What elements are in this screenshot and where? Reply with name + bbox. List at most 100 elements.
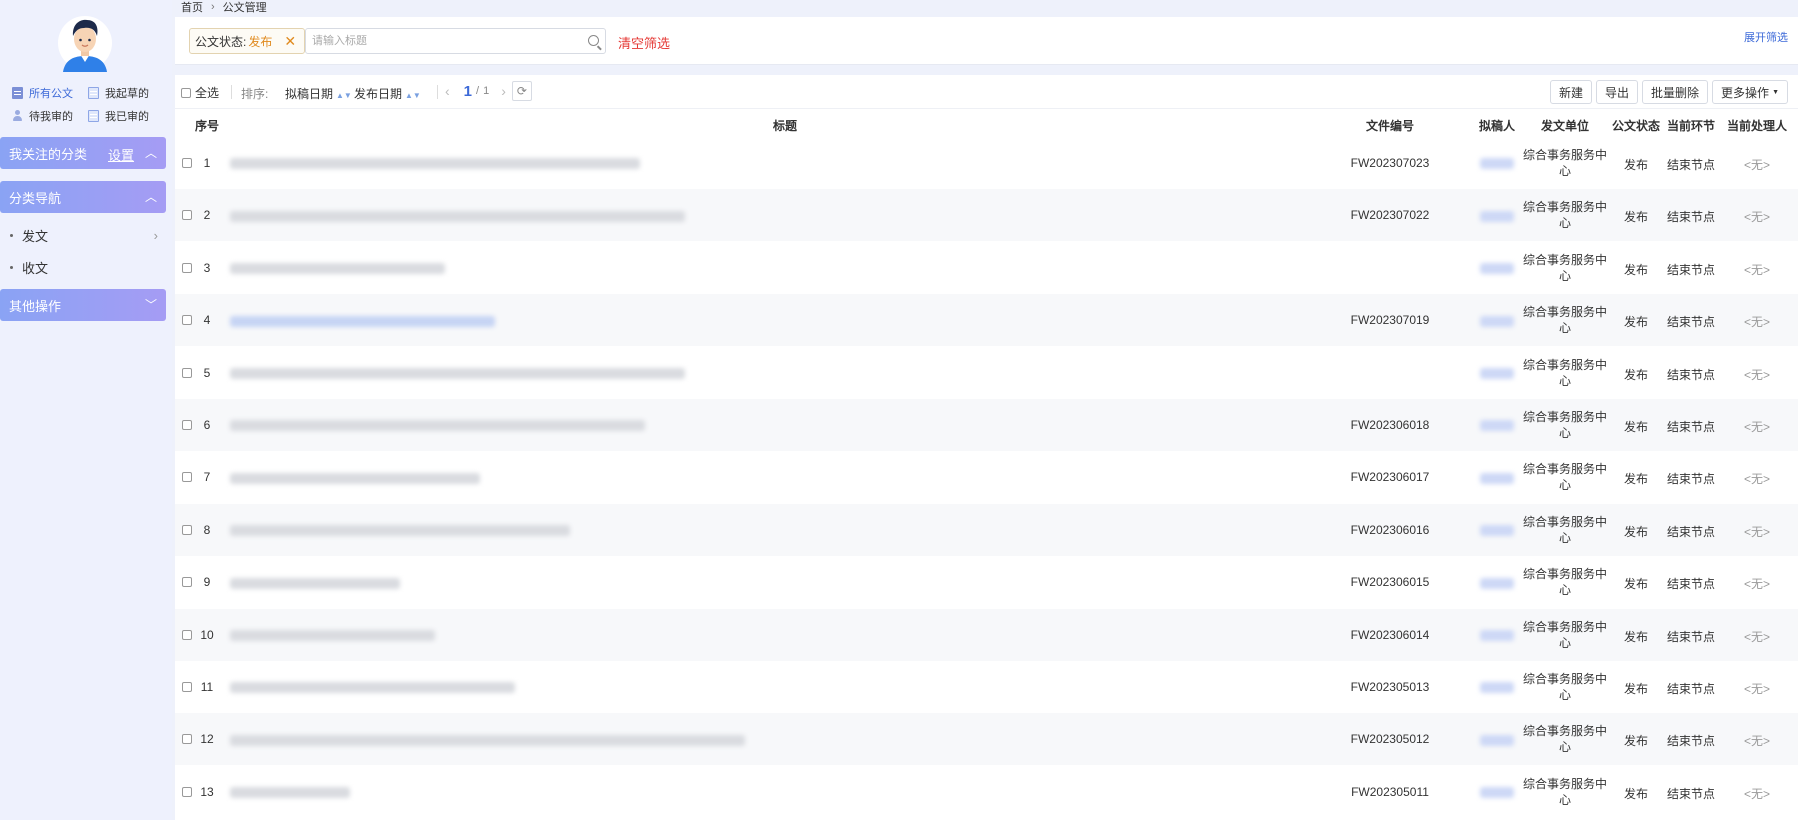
row-title[interactable] [230, 208, 1330, 222]
sort-by-publish-date[interactable]: 发布日期 ▲▼ [354, 85, 421, 102]
table-row[interactable]: 10 FW202306014 综合事务服务中心 发布 结束节点 <无> [175, 608, 1798, 661]
header-status: 公文状态 [1611, 119, 1660, 133]
table-row[interactable]: 9 FW202306015 综合事务服务中心 发布 结束节点 <无> [175, 556, 1798, 608]
table-row[interactable]: 12 FW202305012 综合事务服务中心 发布 结束节点 <无> [175, 713, 1798, 766]
chevron-left-icon[interactable]: ‹ [445, 83, 450, 99]
row-title[interactable] [230, 470, 1330, 484]
row-author[interactable] [1475, 785, 1519, 799]
more-actions-button[interactable]: 更多操作 ▼ [1712, 80, 1788, 104]
nav-item-label: 发文 [22, 229, 49, 244]
page-total: 1 [483, 85, 490, 97]
quick-link-pending-review[interactable]: 待我审的 [12, 108, 88, 124]
table-row[interactable]: 4 FW202307019 综合事务服务中心 发布 结束节点 <无> [175, 294, 1798, 347]
filter-tag-key: 公文状态: [195, 34, 247, 49]
row-author[interactable] [1475, 523, 1519, 537]
table-row[interactable]: 13 FW202305011 综合事务服务中心 发布 结束节点 <无> [175, 766, 1798, 818]
row-title[interactable] [230, 732, 1330, 746]
row-author[interactable] [1475, 208, 1519, 222]
row-unit: 综合事务服务中心 [1522, 776, 1607, 807]
export-button[interactable]: 导出 [1596, 80, 1639, 104]
nav-item-incoming[interactable]: 收文 [10, 258, 158, 277]
row-title[interactable] [230, 261, 1330, 275]
redacted-title [230, 577, 400, 589]
expand-filter-link[interactable]: 展开筛选 [1744, 29, 1788, 45]
row-title[interactable] [230, 680, 1330, 694]
clear-filter-button[interactable]: 清空筛选 [618, 33, 670, 52]
chevron-right-icon: › [211, 1, 215, 13]
document-list-panel: 全选 排序: 拟稿日期 ▲▼ 发布日期 ▲▼ ‹ 1 / 1 › ⟳ 新建 导出 批… [175, 75, 1798, 820]
row-code: FW202306016 [1350, 522, 1430, 537]
row-handler: <无> [1743, 786, 1771, 801]
row-title[interactable] [230, 156, 1330, 170]
row-title[interactable] [230, 575, 1330, 589]
row-author[interactable] [1475, 680, 1519, 694]
bullet-icon [10, 234, 13, 237]
refresh-icon[interactable]: ⟳ [511, 81, 532, 101]
row-author[interactable] [1475, 366, 1519, 380]
table-row[interactable]: 6 FW202306018 综合事务服务中心 发布 结束节点 <无> [175, 399, 1798, 451]
row-status: 发布 [1623, 262, 1648, 277]
row-author[interactable] [1475, 156, 1519, 170]
row-title[interactable] [230, 523, 1330, 537]
row-unit: 综合事务服务中心 [1522, 567, 1607, 598]
row-status: 发布 [1623, 734, 1648, 749]
table-row[interactable]: 5 综合事务服务中心 发布 结束节点 <无> [175, 347, 1798, 399]
batch-delete-button[interactable]: 批量删除 [1642, 80, 1709, 104]
select-all[interactable]: 全选 [181, 84, 219, 101]
row-status: 发布 [1623, 210, 1648, 225]
quick-link-reviewed[interactable]: 我已审的 [88, 108, 164, 124]
table-row[interactable]: 11 FW202305013 综合事务服务中心 发布 结束节点 <无> [175, 661, 1798, 713]
other-actions-header[interactable]: 其他操作 ﹀ [0, 289, 166, 321]
table-row[interactable]: 7 FW202306017 综合事务服务中心 发布 结束节点 <无> [175, 451, 1798, 503]
document-icon [88, 110, 99, 122]
category-nav-header[interactable]: 分类导航 ︿ [0, 181, 166, 213]
breadcrumb-home[interactable]: 首页 [181, 0, 203, 15]
row-no: 9 [203, 575, 211, 590]
user-avatar-icon[interactable] [57, 14, 113, 72]
sort-by-draft-date[interactable]: 拟稿日期 ▲▼ [285, 85, 352, 102]
chevron-down-icon[interactable]: ﹀ [145, 297, 157, 313]
section-label: 分类导航 [9, 190, 62, 206]
row-author[interactable] [1475, 470, 1519, 484]
more-actions-label: 更多操作 [1721, 85, 1770, 100]
table-row[interactable]: 2 FW202307022 综合事务服务中心 发布 结束节点 <无> [175, 189, 1798, 242]
search-icon[interactable] [588, 35, 599, 46]
table-header: 序号 标题 文件编号 拟稿人 发文单位 公文状态 当前环节 当前处理人 [175, 109, 1798, 137]
close-icon[interactable]: ✕ [284, 33, 296, 50]
sort-label: 排序: [241, 87, 269, 101]
row-status: 发布 [1623, 629, 1648, 644]
row-status: 发布 [1623, 472, 1648, 487]
row-title[interactable] [230, 366, 1330, 380]
new-button[interactable]: 新建 [1550, 80, 1593, 104]
chevron-up-icon[interactable]: ︿ [145, 145, 157, 161]
settings-link[interactable]: 设置 [108, 145, 134, 164]
redacted-author [1480, 734, 1514, 746]
row-code: FW202307019 [1350, 313, 1430, 328]
row-title[interactable] [230, 313, 1330, 327]
row-status: 发布 [1623, 524, 1648, 539]
chevron-right-icon[interactable]: › [501, 83, 506, 99]
row-author[interactable] [1475, 628, 1519, 642]
row-node: 结束节点 [1666, 629, 1715, 644]
nav-item-outgoing[interactable]: 发文 › [10, 226, 158, 245]
table-row[interactable]: 8 FW202306016 综合事务服务中心 发布 结束节点 <无> [175, 503, 1798, 556]
row-title[interactable] [230, 418, 1330, 432]
sort-option-label: 发布日期 [354, 87, 403, 101]
quick-link-my-drafts[interactable]: 我起草的 [88, 85, 164, 101]
row-author[interactable] [1475, 261, 1519, 275]
search-input[interactable] [306, 29, 576, 53]
row-title[interactable] [230, 628, 1330, 642]
row-title[interactable] [230, 785, 1330, 799]
followed-categories-header[interactable]: 我关注的分类 设置 ︿ [0, 137, 166, 169]
row-author[interactable] [1475, 732, 1519, 746]
quick-link-all-docs[interactable]: 所有公文 [12, 85, 88, 101]
row-author[interactable] [1475, 418, 1519, 432]
table-row[interactable]: 3 综合事务服务中心 发布 结束节点 <无> [175, 242, 1798, 294]
table-row[interactable]: 1 FW202307023 综合事务服务中心 发布 结束节点 <无> [175, 137, 1798, 189]
row-author[interactable] [1475, 313, 1519, 327]
row-code: FW202306015 [1350, 575, 1430, 590]
chevron-up-icon[interactable]: ︿ [145, 189, 157, 205]
row-author[interactable] [1475, 575, 1519, 589]
row-no: 10 [200, 627, 214, 642]
select-all-checkbox[interactable] [181, 87, 191, 98]
